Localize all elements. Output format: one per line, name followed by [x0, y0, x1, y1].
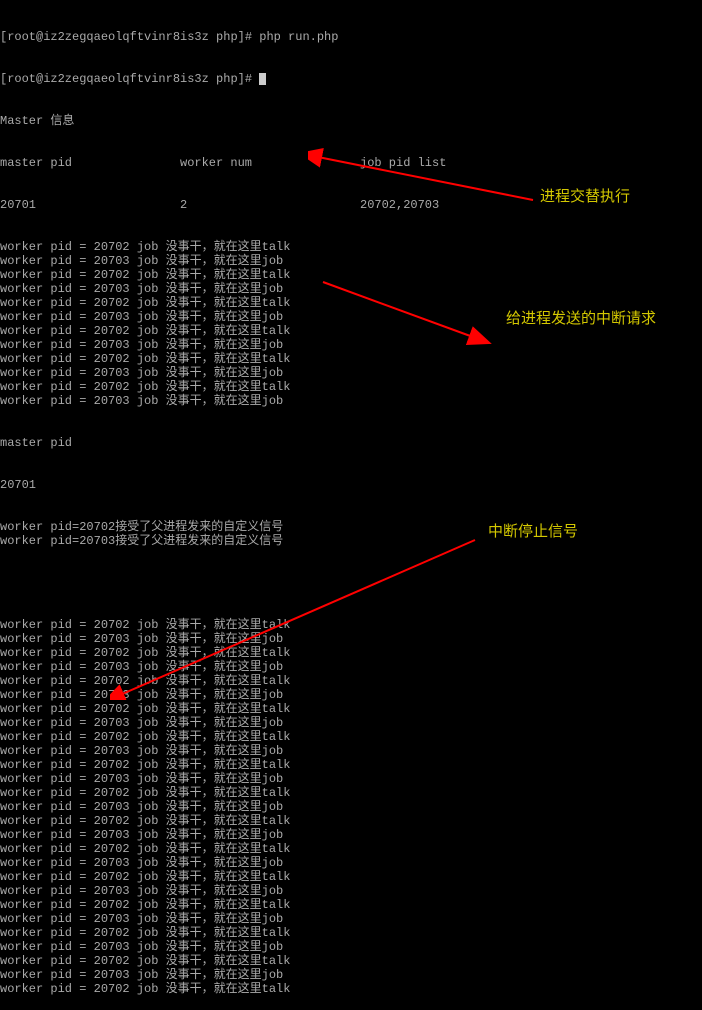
master-label: Master 信息 — [0, 114, 702, 128]
worker-line: worker pid = 20702 job 没事干，就在这里talk — [0, 842, 702, 856]
blank-line — [0, 576, 702, 590]
worker-line: worker pid = 20703 job 没事干，就在这里job — [0, 716, 702, 730]
worker-line: worker pid = 20702 job 没事干，就在这里talk — [0, 240, 702, 254]
worker-line: worker pid=20702接受了父进程发来的自定义信号 — [0, 520, 702, 534]
worker-line: worker pid = 20702 job 没事干，就在这里talk — [0, 702, 702, 716]
worker-line: worker pid = 20703 job 没事干，就在这里job — [0, 968, 702, 982]
worker-line: worker pid = 20702 job 没事干，就在这里talk — [0, 618, 702, 632]
shell-prompt-line[interactable]: [root@iz2zegqaeolqftvinr8is3z php]# — [0, 72, 702, 86]
col-job-pid-list: job pid list — [360, 156, 480, 170]
worker-line: worker pid = 20703 job 没事干，就在这里job — [0, 688, 702, 702]
worker-line: worker pid = 20702 job 没事干，就在这里talk — [0, 758, 702, 772]
header-row: master pid worker num job pid list — [0, 156, 702, 170]
worker-line: worker pid = 20703 job 没事干，就在这里job — [0, 254, 702, 268]
worker-line: worker pid = 20702 job 没事干，就在这里talk — [0, 926, 702, 940]
master-pid-value: 20701 — [0, 478, 702, 492]
worker-lines-block2: worker pid = 20702 job 没事干，就在这里talkworke… — [0, 618, 702, 996]
worker-line: worker pid = 20703 job 没事干，就在这里job — [0, 338, 702, 352]
worker-line: worker pid=20703接受了父进程发来的自定义信号 — [0, 534, 702, 548]
val-job-pid-list: 20702,20703 — [360, 198, 480, 212]
val-worker-num: 2 — [180, 198, 360, 212]
worker-line: worker pid = 20702 job 没事干，就在这里talk — [0, 814, 702, 828]
annotation-interrupt-request: 给进程发送的中断请求 — [506, 312, 656, 326]
worker-line: worker pid = 20702 job 没事干，就在这里talk — [0, 954, 702, 968]
worker-line: worker pid = 20702 job 没事干，就在这里talk — [0, 786, 702, 800]
worker-line: worker pid = 20703 job 没事干，就在这里job — [0, 394, 702, 408]
worker-line: worker pid = 20702 job 没事干，就在这里talk — [0, 380, 702, 394]
worker-line: worker pid = 20703 job 没事干，就在这里job — [0, 366, 702, 380]
worker-line: worker pid = 20703 job 没事干，就在这里job — [0, 660, 702, 674]
worker-line: worker pid = 20702 job 没事干，就在这里talk — [0, 870, 702, 884]
worker-line: worker pid = 20703 job 没事干，就在这里job — [0, 856, 702, 870]
worker-line: worker pid = 20702 job 没事干，就在这里talk — [0, 674, 702, 688]
cursor-icon — [259, 73, 266, 85]
worker-line: worker pid = 20703 job 没事干，就在这里job — [0, 828, 702, 842]
worker-line: worker pid = 20703 job 没事干，就在这里job — [0, 772, 702, 786]
worker-line: worker pid = 20703 job 没事干，就在这里job — [0, 940, 702, 954]
col-worker-num: worker num — [180, 156, 360, 170]
annotation-stop-signal: 中断停止信号 — [488, 525, 578, 539]
worker-line: worker pid = 20702 job 没事干，就在这里talk — [0, 730, 702, 744]
col-master-pid: master pid — [0, 156, 180, 170]
worker-line: worker pid = 20702 job 没事干，就在这里talk — [0, 898, 702, 912]
worker-line: worker pid = 20703 job 没事干，就在这里job — [0, 282, 702, 296]
worker-line: worker pid = 20703 job 没事干，就在这里job — [0, 744, 702, 758]
worker-line: worker pid = 20703 job 没事干，就在这里job — [0, 800, 702, 814]
worker-line: worker pid = 20703 job 没事干，就在这里job — [0, 884, 702, 898]
master-pid-label: master pid — [0, 436, 702, 450]
worker-line: worker pid = 20702 job 没事干，就在这里talk — [0, 268, 702, 282]
signal-lines: worker pid=20702接受了父进程发来的自定义信号worker pid… — [0, 520, 702, 548]
val-master-pid: 20701 — [0, 198, 180, 212]
worker-line: worker pid = 20702 job 没事干，就在这里talk — [0, 296, 702, 310]
worker-line: worker pid = 20702 job 没事干，就在这里talk — [0, 352, 702, 366]
worker-line: worker pid = 20703 job 没事干，就在这里job — [0, 632, 702, 646]
worker-line: worker pid = 20702 job 没事干，就在这里talk — [0, 646, 702, 660]
shell-prompt-line: [root@iz2zegqaeolqftvinr8is3z php]# php … — [0, 30, 702, 44]
worker-line: worker pid = 20702 job 没事干，就在这里talk — [0, 982, 702, 996]
terminal-output: [root@iz2zegqaeolqftvinr8is3z php]# php … — [0, 0, 702, 1010]
worker-line: worker pid = 20703 job 没事干，就在这里job — [0, 912, 702, 926]
annotation-process-alternate: 进程交替执行 — [540, 190, 630, 204]
